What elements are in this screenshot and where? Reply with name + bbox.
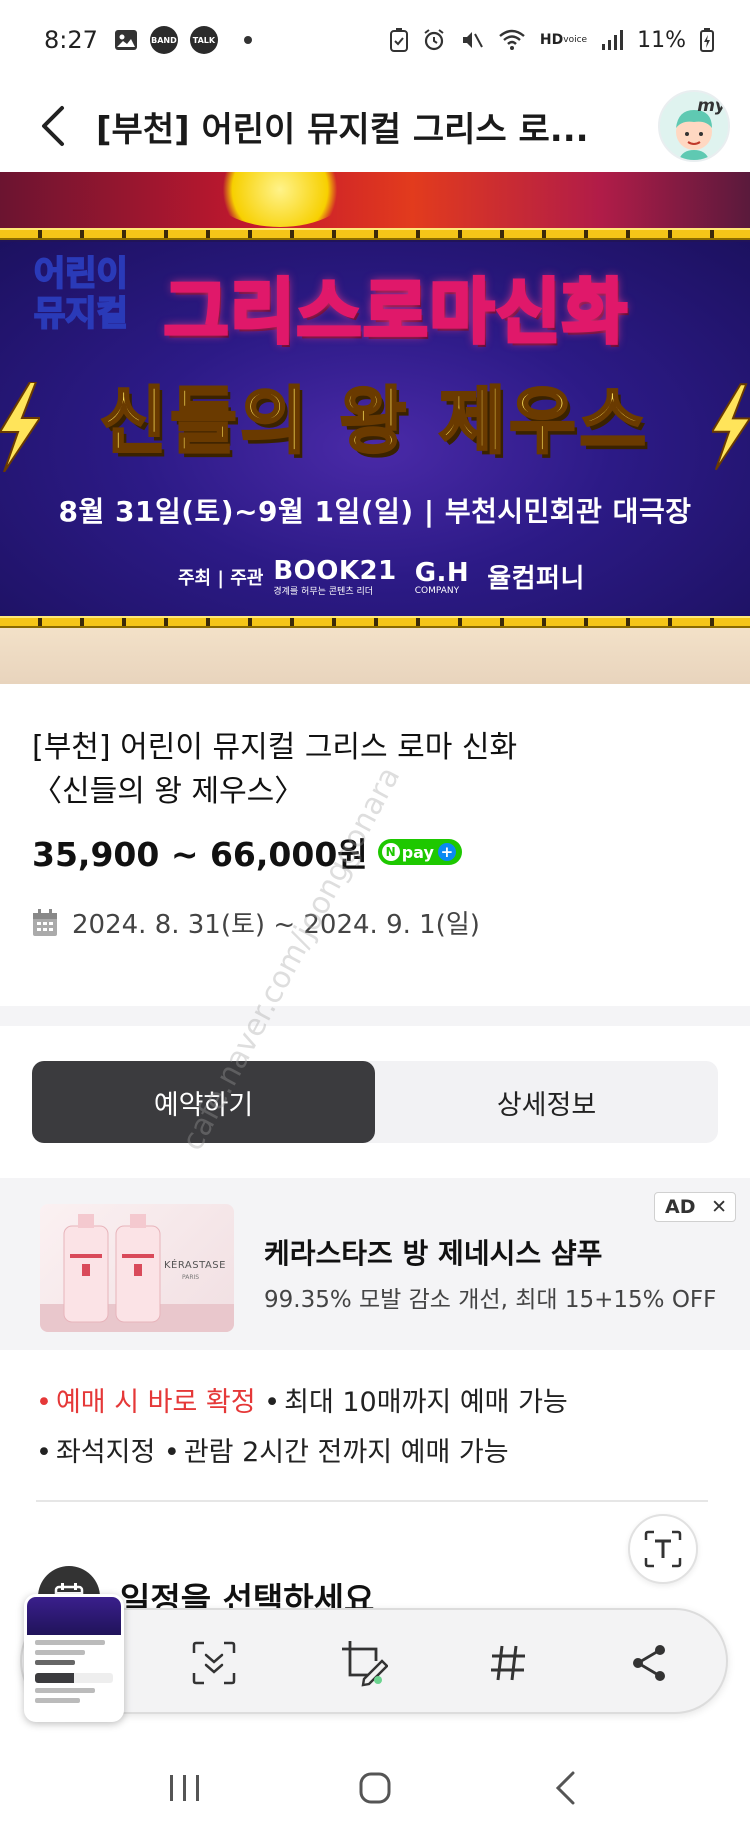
tab-bar: 예약하기 상세정보 <box>32 1061 718 1143</box>
poster-org-book21: BOOK21 <box>273 556 397 586</box>
screenshot-thumbnail[interactable] <box>24 1594 124 1722</box>
back-button[interactable] <box>28 101 78 151</box>
text-extract-icon <box>644 1530 682 1568</box>
poster-org-label: 주최 | 주관 <box>178 567 264 589</box>
ad-badge: AD ✕ <box>654 1192 736 1222</box>
status-time: 8:27 <box>44 26 98 54</box>
scroll-capture-icon <box>192 1641 236 1685</box>
hashtag-button[interactable] <box>476 1631 540 1695</box>
product-title: [부천] 어린이 뮤지컬 그리스 로마 신화 〈신들의 왕 제우스〉 <box>32 730 518 809</box>
poster-band-bottom <box>0 616 750 628</box>
hashtag-icon <box>491 1645 525 1681</box>
poster-main-title: 그리스로마신화 <box>162 269 629 355</box>
poster-sub-title: 신들의 왕 제우스 <box>99 378 650 465</box>
screenshot-toolbar <box>20 1594 728 1722</box>
event-period-row: 2024. 8. 31(토) ~ 2024. 9. 1(일) <box>32 904 722 941</box>
poster-band-top <box>0 228 750 240</box>
avatar-my-label: my <box>697 96 726 116</box>
recent-apps-icon <box>170 1775 199 1801</box>
share-icon <box>633 1645 665 1681</box>
event-poster: 어린이 뮤지컬 그리스로마신화 신들의 왕 제우스 8월 31일(토)~9월 1… <box>0 172 750 684</box>
poster-org-gh: G.H <box>414 557 470 588</box>
note-line-1: • 예매 시 바로 확정 • 최대 10매까지 예매 가능 <box>36 1387 568 1418</box>
price-row: 35,900 ~ 66,000원 N pay + <box>32 828 722 876</box>
section-divider <box>0 1006 750 1026</box>
status-bar: 8:27 BAND TALK HD voice 11% <box>0 0 750 80</box>
nav-back-button[interactable] <box>525 1758 605 1818</box>
app-header: [부천] 어린이 뮤지컬 그리스 로... my <box>0 80 750 172</box>
ad-label: AD <box>665 1196 696 1218</box>
kakaotalk-app-icon: TALK <box>189 26 218 54</box>
scroll-capture-button[interactable] <box>182 1631 246 1695</box>
band-app-icon: BAND <box>149 26 178 54</box>
ad-product-image: KÉRASTASE PARIS <box>40 1204 234 1332</box>
crop-edit-button[interactable] <box>332 1631 396 1695</box>
calendar-icon <box>33 908 57 936</box>
back-icon <box>555 1771 575 1805</box>
my-avatar-button[interactable]: my <box>658 90 730 162</box>
npay-plus-badge[interactable]: N pay + <box>377 839 462 865</box>
more-notifications-dot <box>243 36 252 44</box>
note-deadline: 관람 2시간 전까지 예매 가능 <box>183 1437 509 1468</box>
page-title: [부천] 어린이 뮤지컬 그리스 로... <box>96 109 589 150</box>
poster-date-venue: 8월 31일(토)~9월 1일(일) | 부천시민회관 대극장 <box>58 495 692 528</box>
poster-organizers: 주최 | 주관 BOOK21 경계를 허무는 콘텐츠 리더 G.H COMPAN… <box>178 556 585 597</box>
notes-divider <box>36 1500 708 1502</box>
screenshot-saved-icon <box>389 28 408 52</box>
ad-title: 케라스타즈 방 제네시스 샴푸 <box>264 1237 603 1270</box>
battery-charging-icon <box>700 28 714 52</box>
battery-percent: 11% <box>637 27 686 53</box>
note-max-tickets: 최대 10매까지 예매 가능 <box>284 1387 568 1418</box>
share-button[interactable] <box>617 1631 681 1695</box>
hd-voice-icon: HD voice <box>539 32 588 48</box>
poster-kids-label: 어린이 뮤지컬 <box>33 253 129 335</box>
mute-icon <box>460 28 484 52</box>
wifi-icon <box>498 29 526 51</box>
price-range: 35,900 ~ 66,000원 <box>32 835 368 874</box>
note-instant-confirm: 예매 시 바로 확정 <box>55 1387 256 1418</box>
system-nav-bar <box>0 1742 750 1834</box>
text-extract-button[interactable] <box>628 1514 698 1584</box>
note-seat-select: 좌석지정 <box>55 1437 156 1468</box>
home-button[interactable] <box>335 1758 415 1818</box>
crop-edit-icon <box>342 1641 388 1687</box>
ad-brand-text: KÉRASTASE <box>164 1260 226 1271</box>
alarm-icon <box>422 28 446 52</box>
poster-top-art <box>0 172 750 230</box>
note-line-2: • 좌석지정 • 관람 2시간 전까지 예매 가능 <box>36 1437 509 1468</box>
signal-icon <box>601 29 624 51</box>
npay-n-icon: N <box>381 843 400 861</box>
event-period: 2024. 8. 31(토) ~ 2024. 9. 1(일) <box>72 910 480 940</box>
ad-description: 99.35% 모발 감소 개선, 최대 15+15% OFF <box>264 1287 717 1313</box>
plus-icon: + <box>437 843 456 861</box>
ad-banner[interactable]: KÉRASTASE PARIS 케라스타즈 방 제네시스 샴푸 99.35% 모… <box>0 1178 750 1350</box>
close-icon[interactable]: ✕ <box>711 1196 727 1218</box>
poster-bottom-strip <box>0 628 750 684</box>
gallery-icon <box>114 29 138 51</box>
tab-reserve[interactable]: 예약하기 <box>32 1061 375 1143</box>
poster-org-yul: 율컴퍼니 <box>487 564 585 594</box>
booking-notes: • 예매 시 바로 확정 • 최대 10매까지 예매 가능 • 좌석지정 • 관람 2시… <box>36 1378 726 1478</box>
recent-apps-button[interactable] <box>145 1758 225 1818</box>
chevron-left-icon <box>42 106 64 146</box>
tab-details[interactable]: 상세정보 <box>375 1061 718 1143</box>
product-info: [부천] 어린이 뮤지컬 그리스 로마 신화 〈신들의 왕 제우스〉 35,90… <box>32 726 722 941</box>
home-icon <box>359 1772 391 1804</box>
